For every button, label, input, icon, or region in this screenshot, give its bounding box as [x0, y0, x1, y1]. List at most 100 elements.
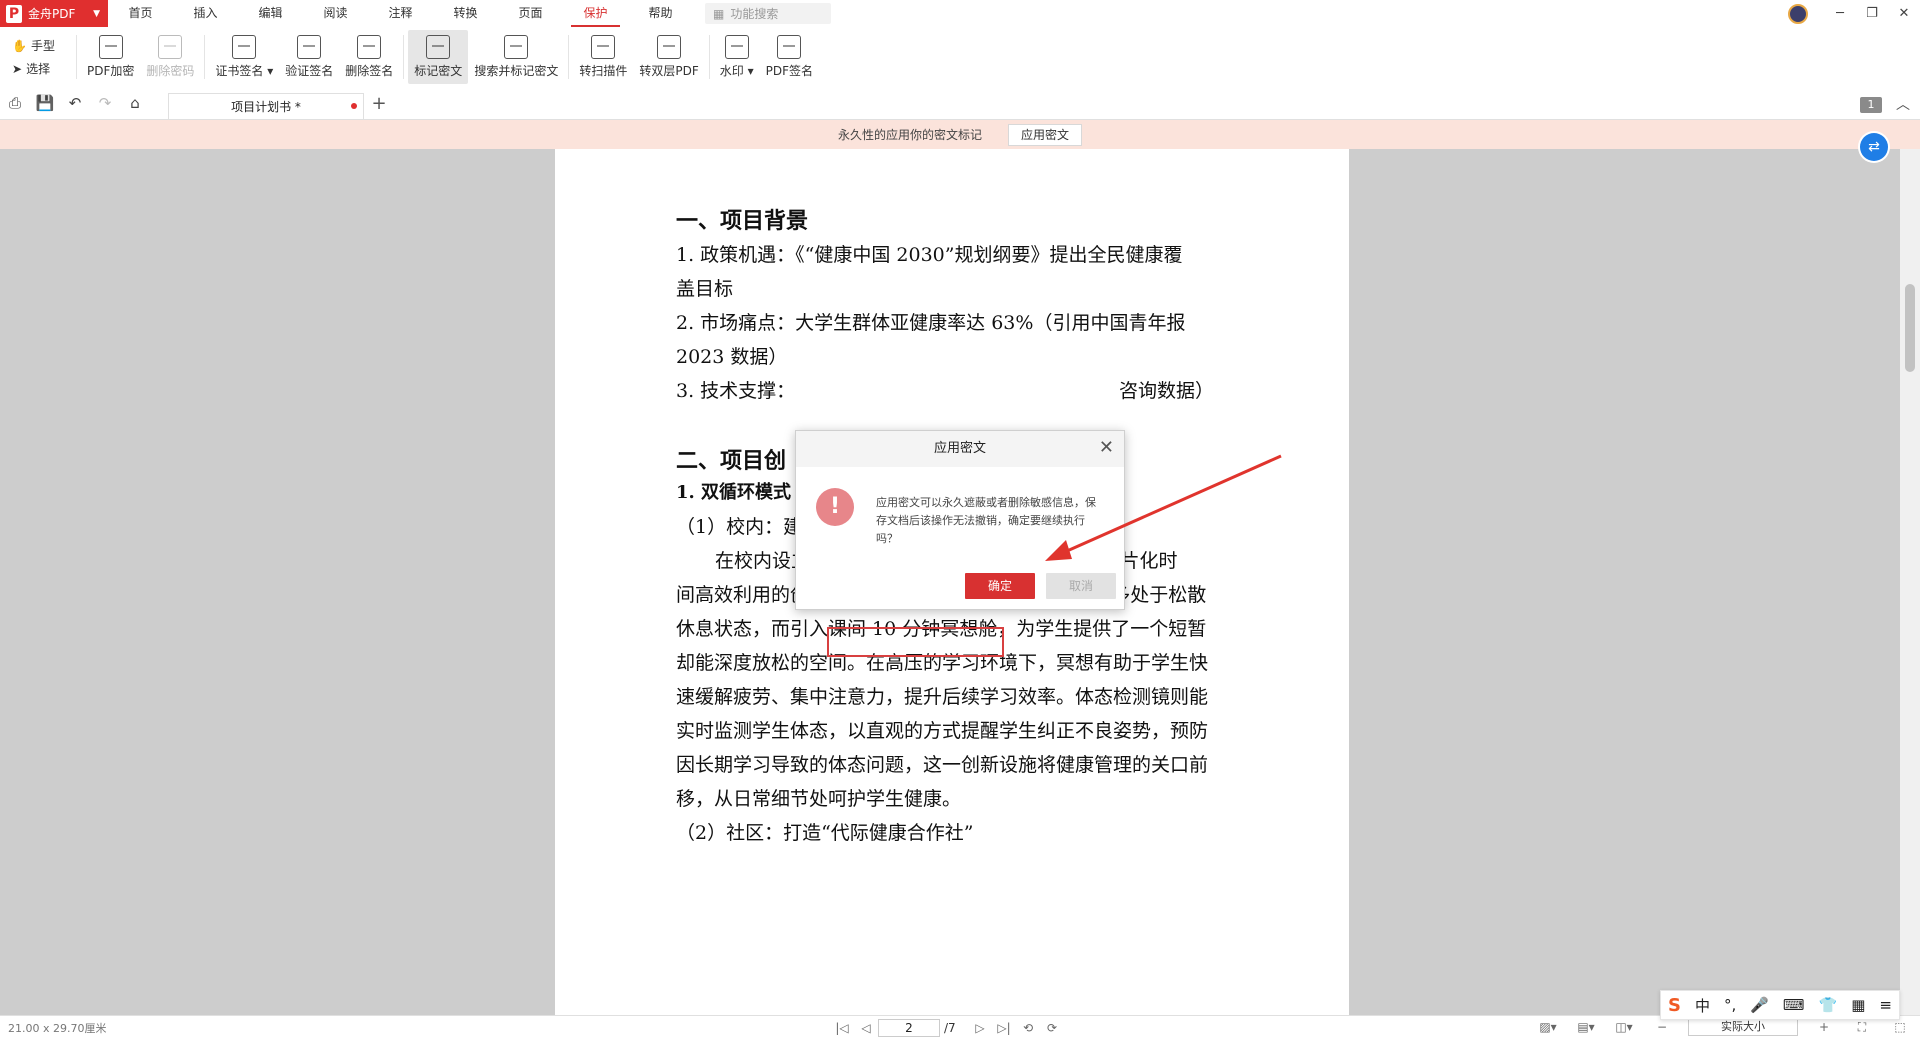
fullscreen-icon[interactable]: ⛶ [1850, 1020, 1874, 1035]
quick-access-bar: ⎙ 💾 ↶ ↷ ⌂ 项目计划书 * + 1 ︿ [0, 87, 1920, 120]
tab-page[interactable]: 页面 [498, 0, 563, 27]
ribbon-divider [708, 35, 710, 79]
text-line: 因长期学习导致的体态问题，这一创新设施将健康管理的关口前 [676, 754, 1209, 776]
page-size-label: 21.00 x 29.70厘米 [8, 1022, 107, 1035]
close-icon[interactable]: ✕ [1888, 6, 1920, 21]
tab-home[interactable]: 首页 [108, 0, 173, 27]
document-tab-title: 项目计划书 * [231, 100, 301, 114]
ribbon-toolbar: ✋ 手型 ➤ 选择 PDF加密 删除密码 证书签名 ▾ 验证签名 删除签名 标记… [0, 27, 1920, 87]
page-layout-icon[interactable]: ▤▾ [1574, 1020, 1598, 1034]
text-line: 盖目标 [676, 278, 734, 300]
scan-icon [591, 35, 616, 59]
tab-protect[interactable]: 保护 [563, 0, 628, 27]
skin-icon[interactable]: 👕 [1819, 996, 1838, 1014]
warning-icon: ! [816, 488, 854, 526]
mark-redaction-button[interactable]: 标记密文 [408, 30, 469, 84]
pdf-encrypt-button[interactable]: PDF加密 [81, 30, 140, 84]
to-scan-button[interactable]: 转扫描件 [573, 30, 633, 84]
hand-tool-label: 手型 [30, 39, 55, 53]
confirm-button[interactable]: 确定 [965, 573, 1035, 599]
remove-password-label: 删除密码 [146, 64, 195, 78]
sogou-logo-icon[interactable]: S [1668, 995, 1681, 1016]
toolbox-icon[interactable]: ▦ [1851, 996, 1865, 1014]
home-icon[interactable]: ⌂ [120, 94, 150, 112]
avatar[interactable] [1788, 3, 1808, 24]
chevron-up-icon[interactable]: ︿ [1896, 94, 1910, 114]
watermark-icon [724, 35, 749, 59]
hand-tool-button[interactable]: ✋ 手型 [12, 37, 72, 54]
delete-sign-label: 删除签名 [345, 64, 394, 78]
cancel-button[interactable]: 取消 [1046, 573, 1116, 599]
unsaved-indicator [351, 103, 357, 109]
close-icon[interactable]: ✕ [1099, 431, 1114, 465]
fit-page-icon[interactable]: ⬚ [1888, 1020, 1912, 1034]
rotate-right-icon[interactable]: ⟳ [1040, 1021, 1064, 1035]
tab-annotate[interactable]: 注释 [368, 0, 433, 27]
translate-assist-icon[interactable]: ⇄ [1860, 133, 1888, 161]
watermark-button[interactable]: 水印 ▾ [714, 30, 760, 84]
remove-password-button[interactable]: 删除密码 [140, 30, 200, 84]
tab-read[interactable]: 阅读 [303, 0, 368, 27]
keyboard-icon[interactable]: ⌨ [1783, 996, 1805, 1014]
delete-sign-icon [357, 35, 382, 59]
ime-mode-toggle[interactable]: 中 [1695, 995, 1710, 1016]
document-tab[interactable]: 项目计划书 * [168, 93, 364, 119]
restore-icon[interactable]: ❐ [1856, 6, 1888, 21]
redo-icon[interactable]: ↷ [90, 94, 120, 112]
dialog-header: 应用密文 ✕ [796, 431, 1124, 467]
print-icon[interactable]: ⎙ [0, 94, 30, 112]
search-placeholder: 功能搜索 [730, 7, 779, 21]
rotate-left-icon[interactable]: ⟲ [1016, 1021, 1040, 1035]
verify-sign-button[interactable]: 验证签名 [279, 30, 339, 84]
minimize-icon[interactable]: ─ [1824, 6, 1856, 21]
ribbon-divider [568, 35, 570, 79]
zoom-select[interactable]: 实际大小 [1688, 1018, 1798, 1036]
text-line: 速缓解疲劳、集中注意力，提升后续学习效率。体态检测镜则能 [676, 686, 1209, 708]
punctuation-icon[interactable]: °, [1724, 996, 1736, 1014]
app-menu-button[interactable]: P 金舟PDF ▼ [0, 0, 108, 27]
apply-redaction-button[interactable]: 应用密文 [1008, 123, 1083, 146]
tab-insert[interactable]: 插入 [173, 0, 238, 27]
microphone-icon[interactable]: 🎤 [1750, 996, 1769, 1014]
zoom-out-icon[interactable]: − [1650, 1020, 1674, 1034]
page-count-badge: 1 [1860, 97, 1882, 113]
undo-icon[interactable]: ↶ [60, 94, 90, 112]
select-tool-button[interactable]: ➤ 选择 [12, 60, 72, 77]
feature-search-input[interactable]: ▦ 功能搜索 [705, 3, 831, 24]
pdf-sign-button[interactable]: PDF签名 [760, 30, 819, 84]
apply-redaction-dialog: 应用密文 ✕ ! 应用密文可以永久遮蔽或者删除敏感信息，保存文档后该操作无法撤销… [795, 430, 1125, 610]
pdf-encrypt-label: PDF加密 [87, 64, 135, 78]
text-line: 移，从日常细节处呵护学生健康。 [676, 788, 962, 810]
next-page-icon[interactable]: ▷ [968, 1021, 992, 1035]
redaction-mark[interactable] [827, 627, 1004, 657]
fit-mode-icon[interactable]: ▨▾ [1536, 1020, 1560, 1034]
cursor-arrow-icon: ➤ [12, 61, 23, 76]
ribbon-divider [76, 35, 77, 79]
tab-convert[interactable]: 转换 [433, 0, 498, 27]
hand-icon: ✋ [12, 38, 27, 53]
zoom-in-icon[interactable]: + [1812, 1020, 1836, 1034]
cursor-tools: ✋ 手型 ➤ 选择 [0, 37, 72, 77]
text-line: 1. 政策机遇：《“健康中国 2030”规划纲要》提出全民健康覆 [676, 244, 1183, 266]
page-number-input[interactable]: 2 [878, 1019, 940, 1037]
menu-icon[interactable]: ≡ [1879, 996, 1892, 1014]
search-redact-button[interactable]: 搜索并标记密文 [468, 30, 564, 84]
two-page-icon[interactable]: ◫▾ [1612, 1020, 1636, 1034]
last-page-icon[interactable]: ▷| [992, 1021, 1016, 1035]
heading-background: 一、项目背景 [676, 208, 809, 234]
tab-help[interactable]: 帮助 [628, 0, 693, 27]
menu-bar: P 金舟PDF ▼ 首页 插入 编辑 阅读 注释 转换 页面 保护 帮助 ▦ 功… [0, 0, 1920, 27]
vertical-scrollbar[interactable] [1900, 149, 1920, 1015]
delete-sign-button[interactable]: 删除签名 [339, 30, 399, 84]
new-tab-button[interactable]: + [364, 93, 394, 114]
first-page-icon[interactable]: |◁ [830, 1021, 854, 1035]
view-controls: ▨▾ ▤▾ ◫▾ − 实际大小 + ⛶ ⬚ [1536, 1018, 1912, 1036]
save-icon[interactable]: 💾 [30, 94, 60, 112]
dual-layer-button[interactable]: 转双层PDF [633, 30, 704, 84]
scrollbar-thumb[interactable] [1905, 284, 1915, 372]
to-scan-label: 转扫描件 [579, 64, 628, 78]
tab-edit[interactable]: 编辑 [238, 0, 303, 27]
certificate-sign-button[interactable]: 证书签名 ▾ [209, 30, 279, 84]
prev-page-icon[interactable]: ◁ [854, 1021, 878, 1035]
status-bar: 21.00 x 29.70厘米 |◁ ◁ 2 /7 ▷ ▷| ⟲ ⟳ ▨▾ ▤▾… [0, 1015, 1920, 1040]
